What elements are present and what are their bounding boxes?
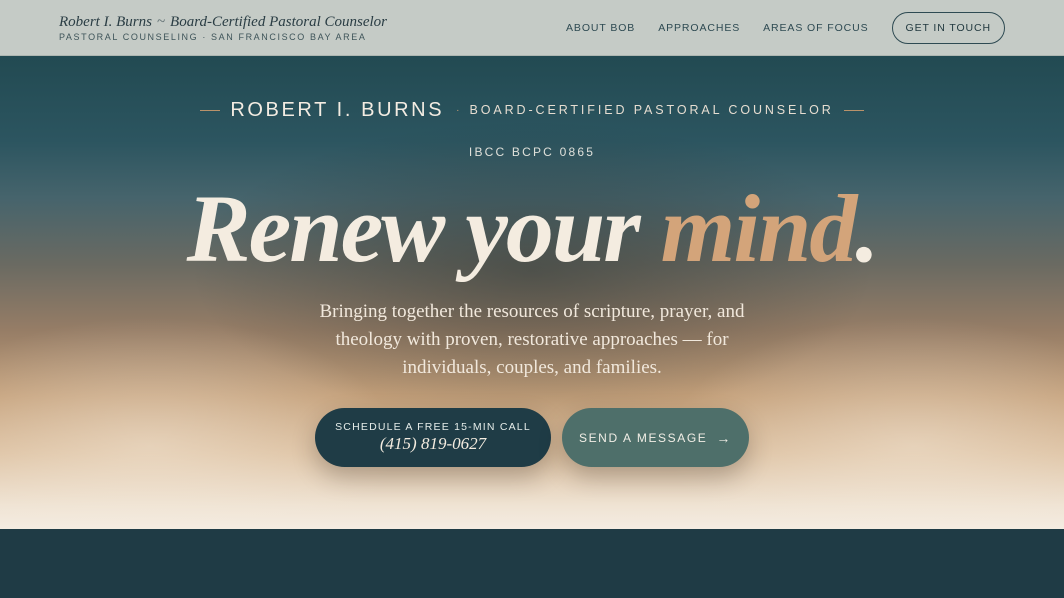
eyebrow-dot: · [456, 104, 460, 116]
eyebrow-rule-left [200, 109, 221, 111]
send-message-button[interactable]: SEND A MESSAGE → [562, 408, 749, 467]
get-in-touch-button[interactable]: GET IN TOUCH [891, 12, 1005, 44]
schedule-call-label: SCHEDULE A FREE 15-MIN CALL [335, 421, 531, 433]
schedule-call-button[interactable]: SCHEDULE A FREE 15-MIN CALL (415) 819-06… [315, 408, 551, 467]
hero-section: ROBERT I. BURNS · BOARD-CERTIFIED PASTOR… [0, 56, 1064, 529]
arrow-right-icon: → [716, 429, 733, 446]
eyebrow-rule-right [843, 109, 864, 111]
brand-subtitle: PASTORAL COUNSELING · SAN FRANCISCO BAY … [59, 32, 367, 42]
hero-title: BOARD-CERTIFIED PASTORAL COUNSELOR [469, 103, 834, 117]
site-header: Robert I. Burns ~ Board-Certified Pastoral… [0, 0, 1064, 56]
headline-period: . [855, 175, 879, 282]
headline-accent: mind [660, 175, 858, 282]
brand-separator: ~ [156, 14, 166, 30]
brand-title: Robert I. Burns ~ Board-Certified Pastoral… [59, 13, 387, 31]
nav-approaches[interactable]: APPROACHES [658, 22, 740, 34]
next-section [0, 529, 1064, 598]
brand-credential: Board-Certified Pastoral Counselor [170, 14, 387, 30]
headline-text: Renew your [186, 175, 661, 282]
hero-lede: Bringing together the resources of scrip… [319, 301, 745, 378]
send-message-label: SEND A MESSAGE [578, 430, 708, 445]
hero-eyebrow: ROBERT I. BURNS · BOARD-CERTIFIED PASTOR… [0, 98, 1064, 122]
certification-number: IBCC BCPC 0865 [468, 145, 596, 159]
nav-about-bob[interactable]: ABOUT BOB [566, 22, 635, 34]
brand-name: Robert I. Burns [59, 14, 152, 30]
main-nav: ABOUT BOB APPROACHES AREAS OF FOCUS GET … [566, 12, 1005, 44]
nav-areas-of-focus[interactable]: AREAS OF FOCUS [763, 22, 868, 34]
brand[interactable]: Robert I. Burns ~ Board-Certified Pastoral… [59, 13, 387, 42]
hero-headline: Renew your mind. [0, 174, 1064, 284]
hero-name: ROBERT I. BURNS [230, 98, 445, 121]
phone-number: (415) 819-0627 [379, 434, 487, 453]
